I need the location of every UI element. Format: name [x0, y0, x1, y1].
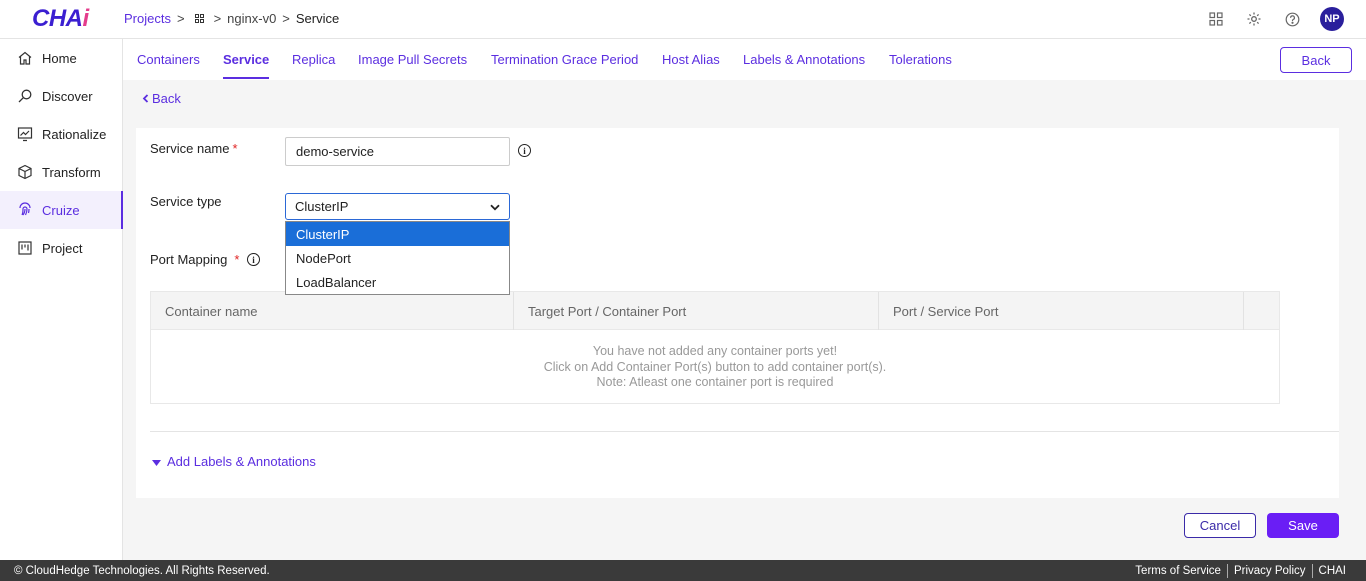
- breadcrumb-projects-link[interactable]: Projects: [124, 11, 171, 26]
- transform-cube-icon: [16, 164, 33, 181]
- cruize-fingerprint-icon: [16, 202, 33, 219]
- tab-containers[interactable]: Containers: [137, 52, 200, 67]
- sidebar: Home Discover Rationalize Transform Crui…: [0, 39, 123, 560]
- sidebar-item-cruize[interactable]: Cruize: [0, 191, 123, 229]
- breadcrumb-current: Service: [295, 11, 340, 26]
- port-mapping-label: Port Mapping *: [150, 252, 240, 267]
- top-bar: CHAi Projects > > nginx-v0 > Service NP: [0, 0, 1366, 39]
- sidebar-item-home[interactable]: Home: [0, 39, 122, 77]
- sidebar-item-label: Transform: [42, 164, 101, 180]
- breadcrumb-separator: >: [213, 11, 222, 26]
- sidebar-item-rationalize[interactable]: Rationalize: [0, 115, 122, 153]
- footer: © CloudHedge Technologies. All Rights Re…: [0, 560, 1366, 581]
- service-type-selected-value: ClusterIP: [295, 199, 349, 214]
- column-header-container-name: Container name: [151, 292, 514, 330]
- chai-logo[interactable]: CHAi: [32, 5, 89, 33]
- add-labels-annotations-toggle[interactable]: Add Labels & Annotations: [152, 454, 316, 469]
- help-icon[interactable]: [1282, 9, 1302, 29]
- required-mark: *: [232, 141, 238, 156]
- home-icon: [16, 50, 33, 67]
- apps-grid-icon[interactable]: [1206, 9, 1226, 29]
- breadcrumb: Projects > > nginx-v0 > Service: [124, 11, 339, 26]
- top-icons: NP: [1206, 7, 1344, 31]
- service-form-panel: Service name* i Service type ClusterIP C…: [136, 128, 1339, 498]
- breadcrumb-separator: >: [282, 11, 290, 26]
- discover-search-icon: [16, 88, 33, 105]
- footer-links: Terms of Service Privacy Policy CHAI: [1129, 563, 1352, 578]
- port-mapping-table: Container name Target Port / Container P…: [150, 291, 1280, 404]
- sidebar-item-label: Discover: [42, 88, 93, 104]
- column-header-target-port: Target Port / Container Port: [514, 292, 879, 330]
- required-mark: *: [234, 252, 240, 267]
- cancel-button[interactable]: Cancel: [1184, 513, 1256, 538]
- caret-down-icon: [152, 454, 161, 469]
- terms-of-service-link[interactable]: Terms of Service: [1129, 565, 1227, 577]
- save-button[interactable]: Save: [1267, 513, 1339, 538]
- tab-replica[interactable]: Replica: [292, 52, 335, 67]
- privacy-policy-link[interactable]: Privacy Policy: [1228, 565, 1312, 577]
- main-content: Back Service name* i Service type Cluste…: [123, 80, 1366, 560]
- service-name-input[interactable]: [285, 137, 510, 166]
- chai-link[interactable]: CHAI: [1313, 565, 1352, 577]
- service-type-label: Service type: [150, 194, 222, 209]
- chevron-left-icon: [142, 91, 149, 106]
- back-link-label: Back: [152, 91, 181, 106]
- breadcrumb-separator: >: [176, 11, 185, 26]
- column-header-actions: [1244, 292, 1279, 330]
- tab-host-alias[interactable]: Host Alias: [662, 52, 720, 67]
- sidebar-item-label: Home: [42, 50, 77, 66]
- service-type-select[interactable]: ClusterIP: [285, 193, 510, 220]
- sidebar-item-discover[interactable]: Discover: [0, 77, 122, 115]
- back-link[interactable]: Back: [142, 91, 181, 106]
- project-grid-icon[interactable]: [194, 14, 204, 23]
- tab-labels-annotations[interactable]: Labels & Annotations: [743, 52, 865, 67]
- table-empty-message: You have not added any container ports y…: [543, 344, 887, 389]
- settings-gear-icon[interactable]: [1244, 9, 1264, 29]
- sidebar-item-transform[interactable]: Transform: [0, 153, 122, 191]
- section-divider: [150, 431, 1339, 432]
- tab-service[interactable]: Service: [223, 52, 270, 79]
- add-labels-annotations-label: Add Labels & Annotations: [167, 454, 316, 469]
- option-loadbalancer[interactable]: LoadBalancer: [286, 270, 509, 294]
- option-nodeport[interactable]: NodePort: [286, 246, 509, 270]
- option-clusterip[interactable]: ClusterIP: [286, 222, 509, 246]
- sidebar-item-label: Rationalize: [42, 126, 107, 142]
- footer-copyright: © CloudHedge Technologies. All Rights Re…: [14, 564, 270, 577]
- tab-tolerations[interactable]: Tolerations: [889, 52, 952, 67]
- project-board-icon: [16, 240, 33, 257]
- breadcrumb-project[interactable]: nginx-v0: [227, 11, 276, 26]
- table-header: Container name Target Port / Container P…: [151, 292, 1279, 330]
- tab-image-pull-secrets[interactable]: Image Pull Secrets: [358, 52, 467, 67]
- service-name-label: Service name *: [150, 141, 238, 156]
- column-header-service-port: Port / Service Port: [879, 292, 1244, 330]
- rationalize-chart-icon: [16, 126, 33, 143]
- sidebar-item-label: Cruize: [42, 202, 80, 218]
- tab-termination-grace-period[interactable]: Termination Grace Period: [491, 52, 638, 67]
- tab-bar: Containers Service Replica Image Pull Se…: [123, 39, 1366, 80]
- sidebar-item-label: Project: [42, 240, 83, 256]
- service-type-dropdown: ClusterIP NodePort LoadBalancer: [285, 221, 510, 295]
- port-mapping-info-icon[interactable]: i: [247, 253, 260, 266]
- user-avatar[interactable]: NP: [1320, 7, 1344, 31]
- chevron-down-icon: [490, 199, 500, 214]
- sidebar-item-project[interactable]: Project: [0, 229, 122, 267]
- service-name-info-icon[interactable]: i: [518, 144, 531, 157]
- header-back-button[interactable]: Back: [1280, 47, 1352, 73]
